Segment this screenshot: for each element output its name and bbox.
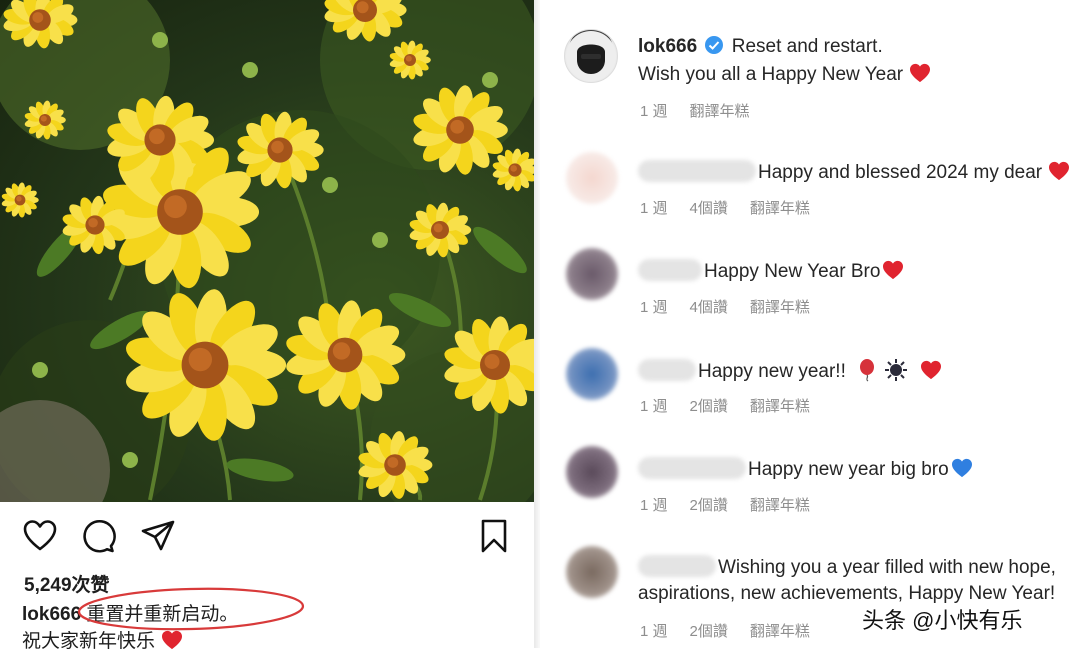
- comment-likes[interactable]: 2個讚: [690, 398, 728, 415]
- comment-time: 1 週: [640, 497, 668, 514]
- caption-text-line2: 祝大家新年快乐: [22, 631, 156, 652]
- comment-text: Happy new year!!: [698, 361, 846, 382]
- comment-button[interactable]: [80, 518, 116, 554]
- post-action-bar: [0, 512, 534, 562]
- comment-likes[interactable]: 4個讚: [690, 299, 728, 316]
- commenter-avatar[interactable]: [566, 248, 618, 300]
- blurred-username[interactable]: [638, 259, 702, 281]
- red-heart-icon: [162, 630, 183, 650]
- post-caption: lok666 重置并重新启动。: [22, 599, 238, 626]
- red-heart-icon: [920, 360, 941, 380]
- blurred-username[interactable]: [638, 160, 756, 182]
- author-avatar[interactable]: [564, 29, 618, 83]
- commenter-avatar[interactable]: [566, 546, 618, 598]
- comment-text: Happy New Year Bro: [704, 261, 881, 282]
- post-panel: 5,249次赞 lok666 重置并重新启动。 祝大家新年快乐: [0, 0, 534, 652]
- comment-likes[interactable]: 2個讚: [690, 497, 728, 514]
- blurred-username[interactable]: [638, 359, 696, 381]
- caption-text: 重置并重新启动。: [81, 604, 239, 625]
- comment-4-text-row: Happy new year big bro: [638, 457, 973, 481]
- translate-link[interactable]: 翻譯年糕: [750, 497, 810, 514]
- comment-text: Happy new year big bro: [748, 459, 949, 480]
- comment-time: 1 週: [640, 103, 668, 120]
- heart-icon: [23, 520, 57, 551]
- comment-3-meta: 1 週 2個讚 翻譯年糕: [640, 395, 832, 416]
- blurred-username[interactable]: [638, 457, 746, 479]
- comments-panel: lok666 Reset and restart. Wish you all a…: [540, 0, 1080, 648]
- commenter-avatar[interactable]: [566, 348, 618, 400]
- author-text-line2: Wish you all a Happy New Year: [638, 64, 904, 85]
- comment-1-meta: 1 週 4個讚 翻譯年糕: [640, 197, 832, 218]
- author-username[interactable]: lok666: [638, 36, 697, 57]
- like-count[interactable]: 5,249次赞: [24, 570, 110, 597]
- author-comment-line2: Wish you all a Happy New Year: [638, 63, 931, 86]
- red-heart-icon: [910, 63, 931, 83]
- translate-link[interactable]: 翻譯年糕: [750, 623, 810, 640]
- comment-likes[interactable]: 2個讚: [690, 623, 728, 640]
- commenter-avatar[interactable]: [566, 152, 618, 204]
- red-heart-icon: [1049, 161, 1070, 181]
- translate-link[interactable]: 翻譯年糕: [690, 103, 750, 120]
- comment-text-line2: aspirations, new achievements, Happy New…: [638, 583, 1056, 604]
- blurred-username[interactable]: [638, 555, 716, 577]
- save-button[interactable]: [476, 518, 512, 554]
- comment-icon: [83, 519, 116, 553]
- caption-username[interactable]: lok666: [22, 604, 81, 625]
- comment-5-text-row: Wishing you a year filled with new hope,: [638, 555, 1056, 579]
- blue-heart-icon: [951, 458, 972, 478]
- author-text-line1: Reset and restart.: [731, 36, 883, 57]
- comment-3-text-row: Happy new year!!: [638, 358, 942, 383]
- balloon-icon: [860, 359, 875, 382]
- comment-2-text-row: Happy New Year Bro: [638, 259, 904, 283]
- comment-time: 1 週: [640, 299, 668, 316]
- comment-1-text-row: Happy and blessed 2024 my dear: [638, 160, 1070, 184]
- post-photo-yellow-flowers[interactable]: [0, 0, 534, 502]
- comment-text: Happy and blessed 2024 my dear: [758, 162, 1043, 183]
- comment-text: Wishing you a year filled with new hope,: [718, 557, 1056, 578]
- comment-time: 1 週: [640, 623, 668, 640]
- comment-2-meta: 1 週 4個讚 翻譯年糕: [640, 296, 832, 317]
- watermark: 头条 @小快有乐: [862, 608, 1023, 633]
- bookmark-icon: [481, 519, 507, 553]
- translate-link[interactable]: 翻譯年糕: [750, 200, 810, 217]
- comment-5-text-row2: aspirations, new achievements, Happy New…: [638, 583, 1055, 605]
- commenter-avatar[interactable]: [566, 446, 618, 498]
- verified-badge-icon: [705, 36, 724, 54]
- comment-time: 1 週: [640, 398, 668, 415]
- like-button[interactable]: [22, 518, 58, 554]
- translate-link[interactable]: 翻譯年糕: [750, 398, 810, 415]
- avatar-silhouette: [566, 31, 616, 81]
- author-comment-meta: 1 週 翻譯年糕: [640, 100, 772, 121]
- comment-4-meta: 1 週 2個讚 翻譯年糕: [640, 494, 832, 515]
- share-icon: [141, 520, 175, 551]
- comment-likes[interactable]: 4個讚: [690, 200, 728, 217]
- share-button[interactable]: [140, 518, 176, 554]
- author-comment-line1: lok666 Reset and restart.: [638, 35, 883, 58]
- translate-link[interactable]: 翻譯年糕: [750, 299, 810, 316]
- flower-illustration: [0, 0, 534, 502]
- red-heart-icon: [883, 260, 904, 280]
- firework-icon: [885, 359, 908, 381]
- comment-time: 1 週: [640, 200, 668, 217]
- comment-5-meta: 1 週 2個讚 翻譯年糕: [640, 620, 832, 641]
- post-caption-line2: 祝大家新年快乐: [22, 626, 183, 653]
